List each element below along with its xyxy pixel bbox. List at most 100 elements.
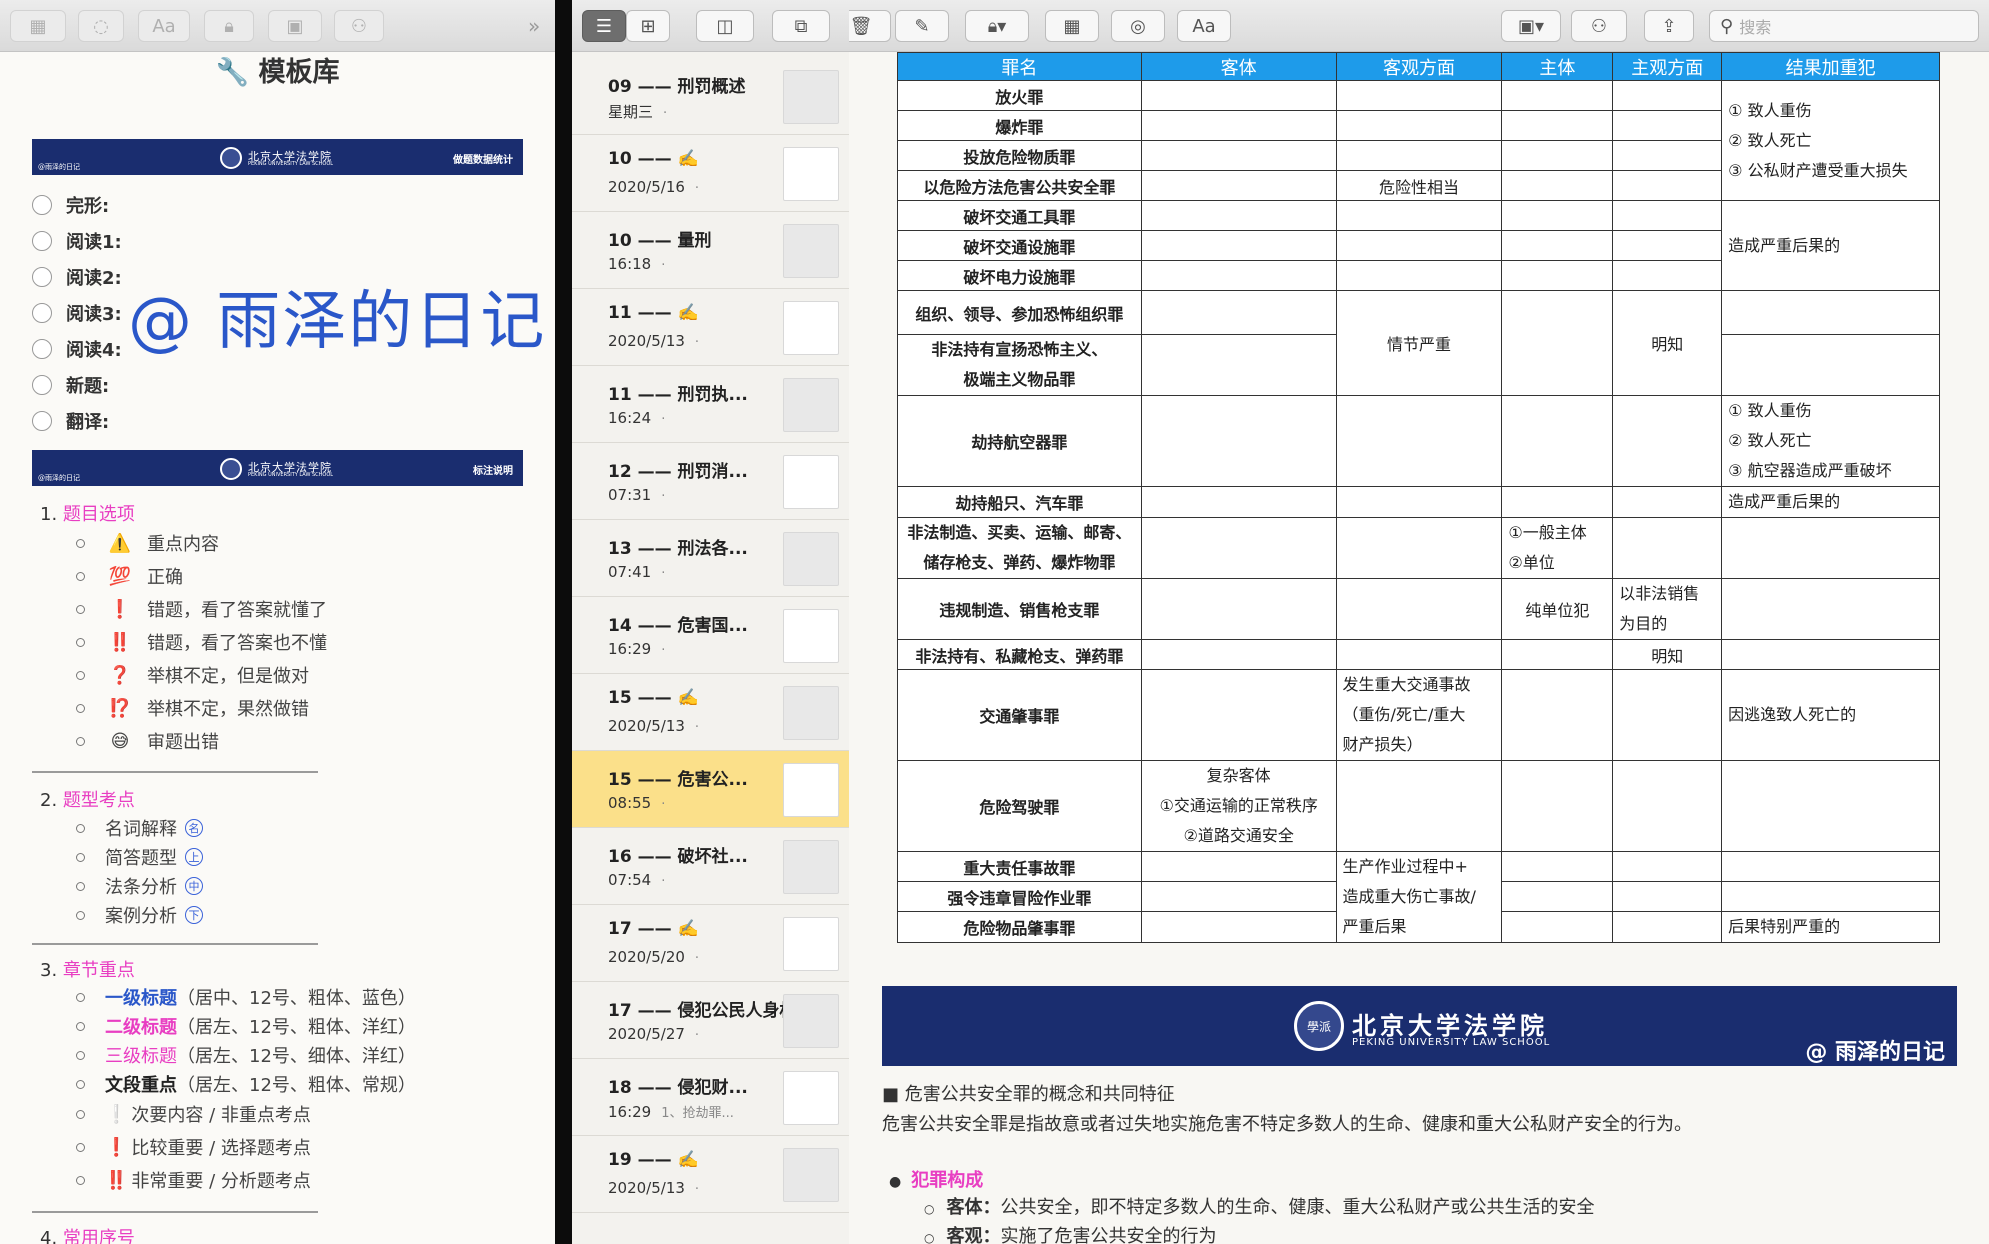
pane-divider[interactable]: [555, 0, 572, 1244]
note-list-item[interactable]: 10 —— 量刑 16:18 ·: [572, 212, 849, 289]
note-meta: 2020/5/27 ·: [608, 1025, 699, 1043]
school-banner: 學派 北京大学法学院 PEKING UNIVERSITY LAW SCHOOL …: [882, 986, 1957, 1066]
note-list-item[interactable]: 12 —— 刑罚消... 07:31 ·: [572, 443, 849, 520]
result-cell: 因逃逸致人死亡的: [1721, 669, 1940, 761]
style-desc: （居左、12号、细体、洋红）: [177, 1046, 416, 1067]
checklist-icon[interactable]: ◌: [78, 10, 124, 42]
checklist-item[interactable]: 完形:: [32, 192, 109, 218]
note-list-item[interactable]: 17 —— ✍️ 2020/5/20 ·: [572, 905, 849, 982]
note-date: 16:18: [608, 255, 652, 273]
note-list-item[interactable]: 10 —— ✍️ 2020/5/16 ·: [572, 135, 849, 212]
checklist-item[interactable]: 阅读3:: [32, 300, 122, 326]
note-date: 16:24: [608, 409, 652, 427]
checklist-item[interactable]: 阅读2:: [32, 264, 122, 290]
format-button[interactable]: Aa: [1177, 10, 1231, 42]
result-line: ③ 公私财产遭受重大损失: [1728, 160, 1908, 180]
crime-table: 罪名 客体 客观方面 主体 主观方面 结果加重犯 放火罪 ① 致人重伤 ② 致人…: [897, 52, 1940, 943]
checkbox[interactable]: [32, 231, 52, 251]
section-number: 4.: [40, 1228, 58, 1244]
bullet-icon: [76, 852, 85, 862]
bullet-icon: [76, 1021, 85, 1031]
crime-name: 非法持有、私藏枪支、弹药罪: [897, 639, 1142, 670]
note-thumbnail: [783, 1148, 839, 1202]
share-icon[interactable]: ⇪: [1644, 10, 1694, 42]
checklist-item[interactable]: 新题:: [32, 372, 109, 398]
lock-icon[interactable]: 🔒︎: [204, 10, 254, 42]
note-list-item[interactable]: 16 —— 破坏社... 07:54 ·: [572, 828, 849, 905]
table-row: 放火罪 ① 致人重伤 ② 致人死亡 ③ 公私财产遭受重大损失: [897, 80, 1940, 201]
note-snippet: ·: [694, 951, 700, 966]
table-icon[interactable]: ▦: [1045, 10, 1099, 42]
table-row: 交通肇事罪 发生重大交通事故 （重伤/死亡/重大 财产损失） 因逃逸致人死亡的: [897, 669, 1940, 761]
paragraph-text: 危害公共安全罪是指故意或者过失地实施危害不特定多数人的生命、健康和重大公私财产安…: [882, 1114, 1692, 1135]
banner-label: 做题数据统计: [453, 155, 513, 166]
checkbox[interactable]: [32, 411, 52, 431]
bullet-icon: [76, 538, 85, 548]
format-button[interactable]: Aa: [138, 10, 190, 42]
checkbox[interactable]: [32, 339, 52, 359]
checkbox[interactable]: [32, 303, 52, 323]
note-list-item[interactable]: 09 —— 刑罚概述 星期三 ·: [572, 58, 849, 135]
note-list-item[interactable]: 18 —— 侵犯财... 16:29 1、抢劫罪...: [572, 1059, 849, 1136]
checkbox[interactable]: [32, 195, 52, 215]
subjective-cell: 以非法销售 为目的: [1612, 578, 1723, 640]
bullet-icon: [76, 604, 85, 614]
school-seal-icon: [220, 458, 242, 480]
crime-name: 劫持航空器罪: [897, 395, 1142, 487]
bullet-icon: [76, 910, 85, 920]
style-desc: （居中、12号、粗体、蓝色）: [177, 988, 416, 1009]
chevron-right-icon[interactable]: »: [528, 14, 540, 38]
section-heading-3: 3. 章节重点: [40, 956, 135, 982]
note-list-item[interactable]: 11 —— ✍️ 2020/5/13 ·: [572, 289, 849, 366]
gallery-view-icon[interactable]: ⊞: [626, 10, 670, 42]
note-list-item[interactable]: 19 —— ✍️ 2020/5/13 ·: [572, 1136, 849, 1213]
table-icon[interactable]: ▦: [10, 10, 66, 42]
checkbox[interactable]: [32, 267, 52, 287]
bullet-icon: [76, 1050, 85, 1060]
page-title: 🔧 模板库: [215, 57, 340, 88]
note-list-item[interactable]: 17 —— 侵犯公民人身权... 2020/5/27 ·: [572, 982, 849, 1059]
attachments-icon[interactable]: ⧉: [772, 10, 830, 42]
crime-name-line: 非法制造、买卖、运输、邮寄、: [907, 523, 1132, 542]
note-list-pane: ☰ ⊞ ◫ ⧉ 09 —— 刑罚概述 星期三 · 10 —— ✍️ 2020/5/16 ·…: [572, 0, 849, 1244]
note-list-item[interactable]: 13 —— 刑法各... 07:41 ·: [572, 520, 849, 597]
checklist-item[interactable]: 阅读4:: [32, 336, 122, 362]
lock-icon[interactable]: 🔒︎▾: [965, 10, 1029, 42]
crime-name: 危险驾驶罪: [897, 760, 1142, 852]
list-item: 三级标题 （居左、12号、细体、洋红）: [76, 1042, 416, 1068]
note-title: 16 —— 破坏社...: [608, 847, 748, 867]
bullet-icon: [76, 992, 85, 1002]
crime-name-line: 极端主义物品罪: [963, 370, 1076, 389]
compose-icon[interactable]: ✎: [895, 10, 949, 42]
objective-line: 严重后果: [1342, 917, 1407, 936]
sidebar-toggle-icon[interactable]: ◫: [696, 10, 754, 42]
note-meta: 2020/5/16 ·: [608, 178, 699, 196]
divider: [32, 771, 318, 773]
note-snippet: ·: [694, 335, 700, 350]
circled-mark-icon: 中: [185, 877, 203, 895]
note-list-item[interactable]: 15 —— 危害公... 08:55 ·: [572, 751, 849, 828]
trash-icon[interactable]: 🗑︎: [849, 10, 891, 42]
table-row: 非法持有、私藏枪支、弹药罪 明知: [897, 639, 1940, 670]
collaborate-icon[interactable]: ⚇: [1571, 10, 1627, 42]
note-list-item[interactable]: 11 —— 刑罚执... 16:24 ·: [572, 366, 849, 443]
checklist-item[interactable]: 翻译:: [32, 408, 109, 434]
crime-name: 危险物品肇事罪: [897, 911, 1142, 943]
media-icon[interactable]: ▣▾: [1501, 10, 1561, 42]
media-icon[interactable]: ▣: [268, 10, 322, 42]
collaborate-icon[interactable]: ⚇: [334, 10, 384, 42]
checklist-item[interactable]: 阅读1:: [32, 228, 122, 254]
note-list-item[interactable]: 14 —— 危害国... 16:29 ·: [572, 597, 849, 674]
item-label: 简答题型: [105, 848, 177, 869]
checklist-icon[interactable]: ◎: [1111, 10, 1165, 42]
object-cell: 复杂客体 ①交通运输的正常秩序 ②道路交通安全: [1140, 760, 1337, 852]
list-view-icon[interactable]: ☰: [582, 10, 626, 42]
subjective-cell: 明知: [1612, 639, 1723, 670]
checkbox[interactable]: [32, 375, 52, 395]
list-item: 简答题型上: [76, 844, 203, 870]
style-key: 二级标题: [105, 1017, 177, 1038]
search-input[interactable]: ⚲ 搜索: [1709, 10, 1979, 42]
note-thumbnail: [783, 609, 839, 663]
note-list-item[interactable]: 15 —— ✍️ 2020/5/13 ·: [572, 674, 849, 751]
note-title: 15 —— 危害公...: [608, 770, 748, 790]
